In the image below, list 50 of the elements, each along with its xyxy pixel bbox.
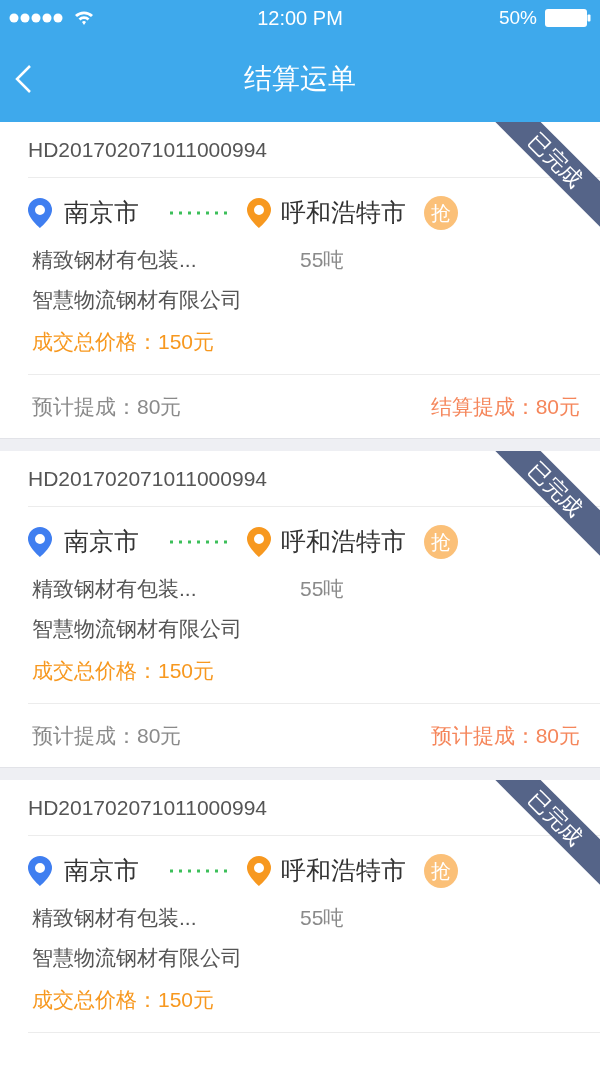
grab-badge: 抢 bbox=[424, 854, 458, 888]
weight: 55吨 bbox=[300, 576, 345, 603]
location-pin-icon bbox=[247, 527, 271, 557]
order-card[interactable]: 已完成 HD201702071011000994 南京市 呼和浩特市 抢 精致钢材有包装... 55吨 智慧物流钢材有限公司 成交总价格：150元 bbox=[0, 780, 600, 1067]
back-icon bbox=[14, 64, 32, 94]
dotted-route-line bbox=[169, 211, 227, 215]
location-pin-icon bbox=[247, 856, 271, 886]
destination-city: 呼和浩特市 bbox=[281, 855, 406, 887]
estimated-commission: 预计提成：80元 bbox=[32, 722, 182, 749]
weight: 55吨 bbox=[300, 247, 345, 274]
goods-name: 精致钢材有包装... bbox=[32, 247, 198, 274]
company-name: 智慧物流钢材有限公司 bbox=[32, 616, 242, 643]
location-pin-icon bbox=[28, 527, 52, 557]
settlement-commission: 结算提成：80元 bbox=[430, 393, 580, 420]
settlement-commission: 预计提成：80元 bbox=[430, 722, 580, 749]
order-number: HD201702071011000994 bbox=[28, 465, 267, 492]
grab-badge: 抢 bbox=[424, 196, 458, 230]
destination-city: 呼和浩特市 bbox=[281, 526, 406, 558]
battery-percent: 50% bbox=[498, 5, 537, 30]
battery-icon bbox=[545, 8, 591, 28]
wifi-icon bbox=[74, 10, 94, 26]
goods-name: 精致钢材有包装... bbox=[32, 576, 198, 603]
signal-icon bbox=[9, 13, 64, 23]
status-label: 已完成 bbox=[522, 784, 590, 853]
dotted-route-line bbox=[169, 869, 227, 873]
company-name: 智慧物流钢材有限公司 bbox=[32, 287, 242, 314]
deal-price: 成交总价格：150元 bbox=[32, 658, 215, 685]
location-pin-icon bbox=[28, 198, 52, 228]
status-time: 12:00 PM bbox=[257, 6, 343, 31]
origin-city: 南京市 bbox=[64, 197, 139, 229]
dotted-route-line bbox=[169, 540, 227, 544]
order-number: HD201702071011000994 bbox=[28, 794, 267, 821]
order-number: HD201702071011000994 bbox=[28, 136, 267, 163]
order-card[interactable]: 已完成 HD201702071011000994 南京市 呼和浩特市 抢 精致钢材有包装... 55吨 智慧物流钢材有限公司 成交总价格：150元 预计提成：80元 结算提成：80元 bbox=[0, 122, 600, 439]
deal-price: 成交总价格：150元 bbox=[32, 987, 215, 1014]
estimated-commission: 预计提成：80元 bbox=[32, 393, 182, 420]
status-label: 已完成 bbox=[522, 126, 590, 195]
location-pin-icon bbox=[28, 856, 52, 886]
order-card[interactable]: 已完成 HD201702071011000994 南京市 呼和浩特市 抢 精致钢材有包装... 55吨 智慧物流钢材有限公司 成交总价格：150元 预计提成：80元 预计提成：80元 bbox=[0, 451, 600, 768]
origin-city: 南京市 bbox=[64, 526, 139, 558]
status-label: 已完成 bbox=[522, 455, 590, 524]
company-name: 智慧物流钢材有限公司 bbox=[32, 945, 242, 972]
goods-name: 精致钢材有包装... bbox=[32, 905, 198, 932]
destination-city: 呼和浩特市 bbox=[281, 197, 406, 229]
page-title: 结算运单 bbox=[244, 62, 356, 96]
weight: 55吨 bbox=[300, 905, 345, 932]
origin-city: 南京市 bbox=[64, 855, 139, 887]
deal-price: 成交总价格：150元 bbox=[32, 329, 215, 356]
location-pin-icon bbox=[247, 198, 271, 228]
grab-badge: 抢 bbox=[424, 525, 458, 559]
